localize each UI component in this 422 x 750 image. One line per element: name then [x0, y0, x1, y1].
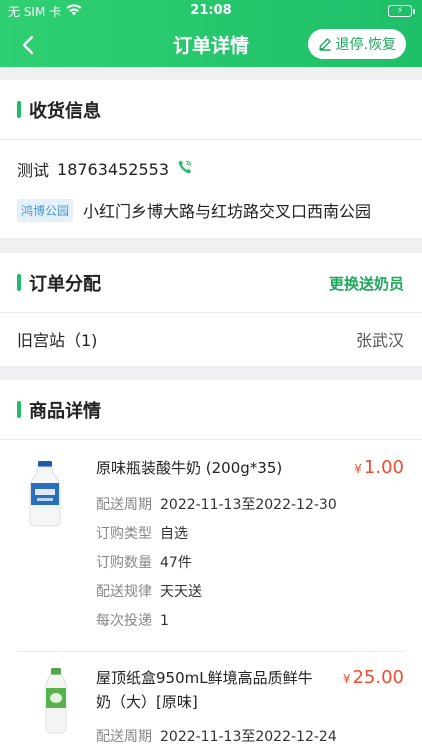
products-title: 商品详情: [29, 400, 101, 422]
pause-resume-button[interactable]: 退停.恢复: [307, 29, 406, 59]
delivery-period: 配送周期 2022-11-13至2022-12-24: [96, 729, 337, 745]
product-image: [28, 461, 62, 531]
order-type: 订购类型 自选: [96, 526, 188, 542]
products-card: 商品详情 原味瓶装酸牛奶 (200g*35) ¥1.00 配送周期 2022-11…: [0, 380, 422, 750]
shipping-header: 收货信息: [0, 80, 422, 140]
section-bar: [17, 101, 21, 118]
product-name: 屋顶纸盒950mL鲜境高品质鲜牛奶（大）[原味]: [96, 669, 313, 711]
address-tag: 鸿博公园: [17, 198, 74, 222]
change-courier-link[interactable]: 更换送奶员: [329, 273, 404, 294]
page-title: 订单详情: [172, 35, 249, 57]
assignment-header: 订单分配 更换送奶员: [0, 253, 422, 313]
contact-row: 测试 18763452553: [0, 140, 422, 198]
status-bar: 无 SIM 卡 21:08 ⚡: [0, 0, 422, 22]
chevron-left-icon: [22, 35, 34, 55]
carrier-label: 无 SIM 卡: [8, 4, 62, 19]
assignment-title: 订单分配: [29, 273, 101, 295]
pause-resume-label: 退停.恢复: [335, 37, 396, 53]
station-name: 旧宫站（1): [17, 331, 98, 350]
product-price: ¥25.00: [342, 667, 404, 688]
status-time: 21:08: [190, 3, 232, 18]
phone-icon[interactable]: [177, 159, 193, 179]
product-image: [40, 668, 72, 738]
nav-bar: 订单详情 退停.恢复: [0, 22, 422, 67]
product-item[interactable]: 屋顶纸盒950mL鲜境高品质鲜牛奶（大）[原味] ¥25.00 配送周期 2022…: [0, 652, 422, 750]
products-header: 商品详情: [0, 380, 422, 440]
section-bar: [17, 401, 21, 418]
delivery-rule: 配送规律 天天送: [96, 584, 202, 600]
product-item[interactable]: 原味瓶装酸牛奶 (200g*35) ¥1.00 配送周期 2022-11-13至2…: [0, 441, 422, 651]
section-bar: [17, 274, 21, 291]
edit-icon: [318, 38, 331, 51]
back-button[interactable]: [14, 31, 42, 59]
wifi-icon: [66, 3, 82, 19]
shipping-title: 收货信息: [29, 100, 101, 122]
battery-icon: ⚡: [388, 5, 415, 17]
product-price: ¥1.00: [354, 457, 404, 478]
station-row: 旧宫站（1) 张武汉: [0, 313, 422, 365]
app-header: 无 SIM 卡 21:08 ⚡ 订单详情 退停.恢复: [0, 0, 422, 67]
recipient-phone[interactable]: 18763452553: [57, 160, 169, 179]
recipient-name: 测试: [17, 161, 50, 180]
order-quantity: 订购数量 47件: [96, 555, 192, 571]
per-delivery: 每次投递 1: [96, 613, 169, 629]
courier-name: 张武汉: [355, 331, 404, 350]
shipping-card: 收货信息 测试 18763452553 鸿博公园 小红门乡博大路与红坊路交叉口西…: [0, 80, 422, 238]
product-name: 原味瓶装酸牛奶 (200g*35): [96, 459, 283, 477]
assignment-card: 订单分配 更换送奶员 旧宫站（1) 张武汉: [0, 253, 422, 366]
address-text: 小红门乡博大路与红坊路交叉口西南公园: [83, 202, 372, 221]
delivery-period: 配送周期 2022-11-13至2022-12-30: [96, 497, 337, 513]
address-row: 鸿博公园 小红门乡博大路与红坊路交叉口西南公园: [0, 198, 422, 222]
